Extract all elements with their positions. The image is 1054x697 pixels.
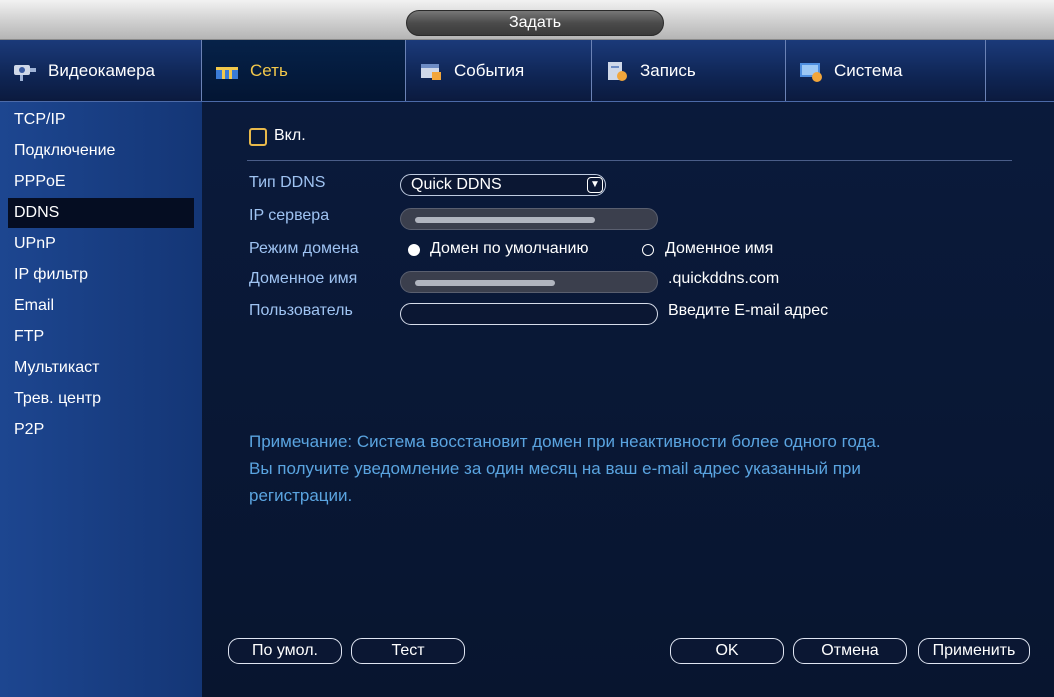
enable-checkbox[interactable] <box>249 128 267 146</box>
redacted-value <box>415 280 555 287</box>
note-line-3: регистрации. <box>249 486 353 505</box>
sidebar-item-ip-filter[interactable]: IP фильтр <box>8 260 194 290</box>
ddns-type-select[interactable]: Quick DDNS ▼ <box>400 174 606 196</box>
tab-label: Сеть <box>250 60 288 80</box>
test-button[interactable]: Тест <box>351 638 465 664</box>
enable-label: Вкл. <box>274 127 306 144</box>
divider <box>247 160 1012 161</box>
server-ip-field[interactable] <box>400 208 658 230</box>
sidebar: TCP/IP Подключение PPPoE DDNS UPnP IP фи… <box>0 102 202 697</box>
sidebar-item-ftp[interactable]: FTP <box>8 322 194 352</box>
sidebar-item-tcpip[interactable]: TCP/IP <box>8 105 194 135</box>
sidebar-item-connection[interactable]: Подключение <box>8 136 194 166</box>
sidebar-item-email[interactable]: Email <box>8 291 194 321</box>
tab-system[interactable]: Система <box>786 40 986 101</box>
tab-events[interactable]: События <box>406 40 592 101</box>
system-icon <box>798 59 824 83</box>
tab-label: События <box>454 60 525 80</box>
sidebar-item-upnp[interactable]: UPnP <box>8 229 194 259</box>
domain-mode-label: Режим домена <box>249 240 359 257</box>
domain-mode-default-label: Домен по умолчанию <box>430 240 589 257</box>
user-label: Пользователь <box>249 302 353 319</box>
ddns-type-value: Quick DDNS <box>411 176 502 193</box>
domain-suffix: .quickddns.com <box>668 270 780 287</box>
note-line-2: Вы получите уведомление за один месяц на… <box>249 459 861 478</box>
server-ip-label: IP сервера <box>249 207 330 224</box>
user-input[interactable] <box>400 303 658 325</box>
record-icon <box>604 59 630 83</box>
network-icon <box>214 59 240 83</box>
tab-label: Система <box>834 60 903 80</box>
note-line-1: Примечание: Система восстановит домен пр… <box>249 432 881 451</box>
cancel-button[interactable]: Отмена <box>793 638 907 664</box>
redacted-value <box>415 217 595 224</box>
sidebar-item-p2p[interactable]: P2P <box>8 415 194 445</box>
default-button[interactable]: По умол. <box>228 638 342 664</box>
ddns-type-label: Тип DDNS <box>249 174 326 191</box>
sidebar-item-alarm-center[interactable]: Трев. центр <box>8 384 194 414</box>
domain-name-field[interactable] <box>400 271 658 293</box>
tab-label: Запись <box>640 60 696 80</box>
ok-button[interactable]: OK <box>670 638 784 664</box>
domain-mode-default-radio[interactable] <box>408 244 420 256</box>
sidebar-item-multicast[interactable]: Мультикаст <box>8 353 194 383</box>
window-title: Задать <box>406 10 664 36</box>
sidebar-item-ddns[interactable]: DDNS <box>8 198 194 228</box>
title-bar: Задать <box>0 0 1054 40</box>
camera-icon <box>12 59 38 83</box>
user-hint: Введите E-mail адрес <box>668 302 829 319</box>
tab-label: Видеокамера <box>48 60 155 80</box>
apply-button[interactable]: Применить <box>918 638 1030 664</box>
ddns-settings-panel: Вкл. Тип DDNS Quick DDNS ▼ IP сервера Ре… <box>202 102 1054 697</box>
domain-mode-custom-radio[interactable] <box>642 244 654 256</box>
domain-name-label: Доменное имя <box>249 270 358 287</box>
events-icon <box>418 59 444 83</box>
sidebar-item-pppoe[interactable]: PPPoE <box>8 167 194 197</box>
tab-camera[interactable]: Видеокамера <box>0 40 202 101</box>
domain-mode-custom-label: Доменное имя <box>665 240 774 257</box>
tab-network[interactable]: Сеть <box>202 40 406 101</box>
chevron-down-icon: ▼ <box>587 177 603 193</box>
main-tabs: Видеокамера Сеть События Запись Система <box>0 40 1054 102</box>
tab-record[interactable]: Запись <box>592 40 786 101</box>
